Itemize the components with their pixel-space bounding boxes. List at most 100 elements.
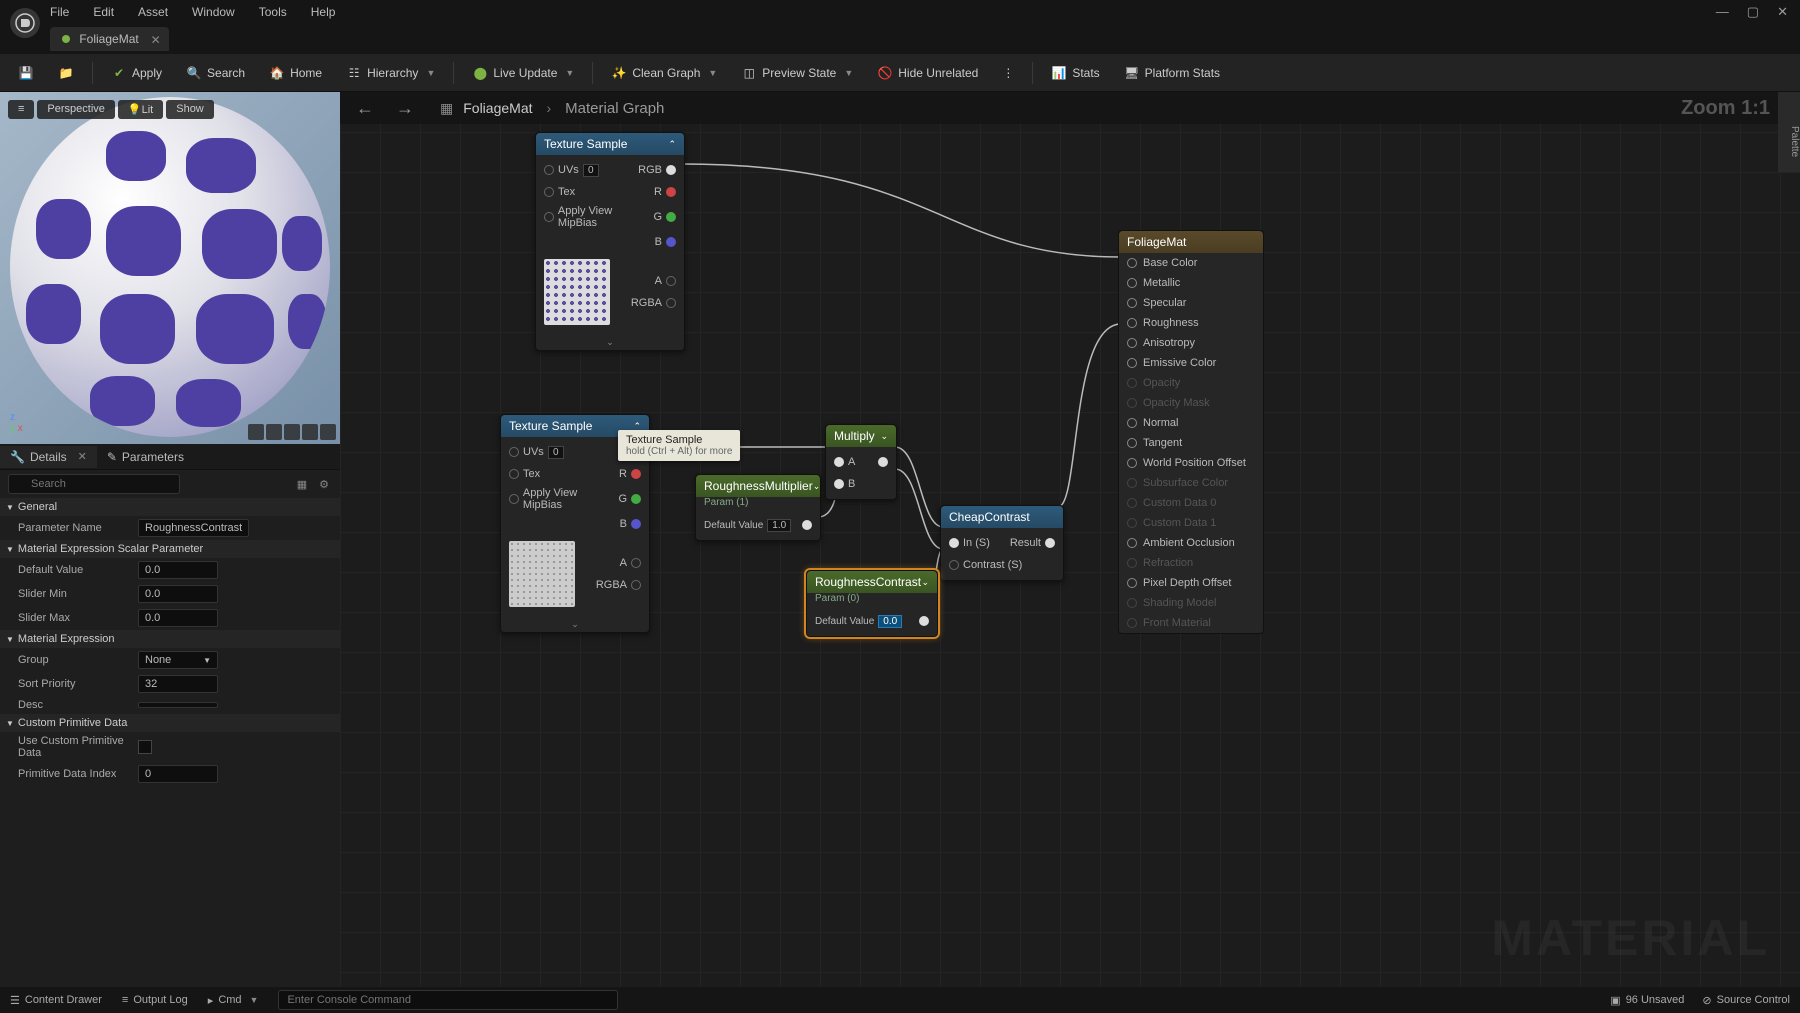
pin-out[interactable] — [802, 520, 812, 530]
live-update-button[interactable]: ⬤Live Update▼ — [462, 61, 584, 85]
app-logo[interactable] — [10, 8, 40, 38]
pin-out[interactable] — [631, 580, 641, 590]
sort-priority-input[interactable]: 32 — [138, 675, 218, 693]
pin-out[interactable] — [631, 519, 641, 529]
grid-icon[interactable]: ▦ — [294, 476, 310, 492]
pin-in[interactable] — [544, 187, 554, 197]
pin-out[interactable] — [878, 457, 888, 467]
tab-foliagemat[interactable]: FoliageMat ✕ — [50, 27, 169, 51]
output-pin[interactable]: Metallic — [1119, 273, 1263, 293]
stats-button[interactable]: 📊Stats — [1041, 61, 1109, 85]
pin-out[interactable] — [666, 187, 676, 197]
clean-graph-button[interactable]: ✨Clean Graph▼ — [601, 61, 727, 85]
viewport-perspective[interactable]: Perspective — [37, 100, 114, 119]
pin-in[interactable] — [1127, 338, 1137, 348]
section-scalar[interactable]: ▼Material Expression Scalar Parameter — [0, 540, 340, 558]
pin-in[interactable] — [1127, 438, 1137, 448]
material-graph[interactable]: ← → ▦ FoliageMat › Material Graph Zoom 1… — [340, 92, 1800, 987]
node-multiply[interactable]: Multiply⌄ A B — [825, 424, 897, 500]
pin-in[interactable] — [1127, 498, 1137, 508]
output-pin[interactable]: Shading Model — [1119, 593, 1263, 613]
browse-button[interactable]: 📁 — [48, 61, 84, 85]
pin-in[interactable] — [509, 447, 519, 457]
close-icon[interactable]: ✕ — [78, 450, 87, 463]
pin-in[interactable] — [834, 457, 844, 467]
expand-icon[interactable]: ⌄ — [536, 335, 684, 350]
node-header[interactable]: RoughnessMultiplier⌄ — [696, 475, 820, 497]
node-cheap-contrast[interactable]: CheapContrast In (S)Result Contrast (S) — [940, 505, 1064, 581]
output-pin[interactable]: Normal — [1119, 413, 1263, 433]
pin-out[interactable] — [631, 494, 641, 504]
pin-in[interactable] — [1127, 618, 1137, 628]
default-value-input[interactable]: 0.0 — [138, 561, 218, 579]
node-header[interactable]: Texture Sample⌃ — [536, 133, 684, 155]
output-pin[interactable]: Anisotropy — [1119, 333, 1263, 353]
pin-in[interactable] — [1127, 558, 1137, 568]
tab-details[interactable]: 🔧 Details ✕ — [0, 446, 97, 468]
chevron-down-icon[interactable]: ⌄ — [880, 431, 888, 442]
output-pin[interactable]: Front Material — [1119, 613, 1263, 633]
pin-in[interactable] — [1127, 358, 1137, 368]
output-pin[interactable]: Base Color — [1119, 253, 1263, 273]
output-pin[interactable]: Opacity Mask — [1119, 393, 1263, 413]
save-button[interactable]: 💾 — [8, 61, 44, 85]
pin-out[interactable] — [666, 298, 676, 308]
pin-in[interactable] — [1127, 298, 1137, 308]
pin-in[interactable] — [1127, 278, 1137, 288]
maximize-icon[interactable]: ▢ — [1747, 4, 1759, 20]
toolbar-more[interactable]: ⋮ — [992, 62, 1024, 84]
viewport-lit[interactable]: 💡Lit — [118, 100, 163, 119]
minimize-icon[interactable]: — — [1716, 4, 1729, 20]
node-header[interactable]: RoughnessContrast⌄ — [807, 571, 937, 593]
pin-in[interactable] — [1127, 458, 1137, 468]
pin-in[interactable] — [949, 560, 959, 570]
pin-in[interactable] — [1127, 318, 1137, 328]
unsaved-status[interactable]: ▣96 Unsaved — [1610, 994, 1684, 1007]
pin-in[interactable] — [509, 494, 519, 504]
output-pin[interactable]: Roughness — [1119, 313, 1263, 333]
pin-in[interactable] — [509, 469, 519, 479]
pin-in[interactable] — [1127, 378, 1137, 388]
output-pin[interactable]: Subsurface Color — [1119, 473, 1263, 493]
menu-window[interactable]: Window — [192, 5, 235, 19]
tab-close-icon[interactable]: ✕ — [151, 33, 161, 47]
cmd-button[interactable]: ▸Cmd▼ — [208, 994, 259, 1007]
node-header[interactable]: CheapContrast — [941, 506, 1063, 528]
platform-stats-button[interactable]: 🖥Platform Stats — [1114, 61, 1230, 85]
close-icon[interactable]: ✕ — [1777, 4, 1788, 20]
pin-in[interactable] — [1127, 578, 1137, 588]
texture-thumbnail[interactable] — [544, 259, 610, 325]
default-value-input[interactable]: 0.0 — [878, 615, 902, 628]
breadcrumb-root[interactable]: FoliageMat — [463, 100, 532, 116]
home-button[interactable]: 🏠Home — [259, 61, 332, 85]
pin-in[interactable] — [834, 479, 844, 489]
output-pin[interactable]: Opacity — [1119, 373, 1263, 393]
tab-parameters[interactable]: ✎ Parameters — [97, 446, 194, 468]
pin-out[interactable] — [919, 616, 929, 626]
slider-min-input[interactable]: 0.0 — [138, 585, 218, 603]
node-material-output[interactable]: FoliageMat Base ColorMetallicSpecularRou… — [1118, 230, 1264, 634]
output-pin[interactable]: Specular — [1119, 293, 1263, 313]
menu-tools[interactable]: Tools — [259, 5, 287, 19]
menu-file[interactable]: File — [50, 5, 69, 19]
node-roughness-contrast[interactable]: RoughnessContrast⌄ Param (0) Default Val… — [806, 570, 938, 637]
content-drawer-button[interactable]: ☰Content Drawer — [10, 994, 102, 1007]
nav-back-icon[interactable]: ← — [350, 98, 380, 119]
pin-out[interactable] — [631, 558, 641, 568]
hide-unrelated-button[interactable]: 🚫Hide Unrelated — [867, 61, 988, 85]
pin-in[interactable] — [544, 165, 554, 175]
parameter-name-input[interactable]: RoughnessContrast — [138, 519, 249, 537]
viewport-menu-icon[interactable]: ≡ — [8, 100, 34, 119]
section-matexpr[interactable]: ▼Material Expression — [0, 630, 340, 648]
pin-out[interactable] — [666, 212, 676, 222]
menu-help[interactable]: Help — [311, 5, 336, 19]
pin-in[interactable] — [544, 212, 554, 222]
details-search-input[interactable] — [8, 474, 180, 494]
output-pin[interactable]: Tangent — [1119, 433, 1263, 453]
output-pin[interactable]: Custom Data 0 — [1119, 493, 1263, 513]
gear-icon[interactable]: ⚙ — [316, 476, 332, 492]
output-pin[interactable]: Ambient Occlusion — [1119, 533, 1263, 553]
apply-button[interactable]: ✔Apply — [101, 61, 172, 85]
menu-asset[interactable]: Asset — [138, 5, 168, 19]
section-custom[interactable]: ▼Custom Primitive Data — [0, 714, 340, 732]
